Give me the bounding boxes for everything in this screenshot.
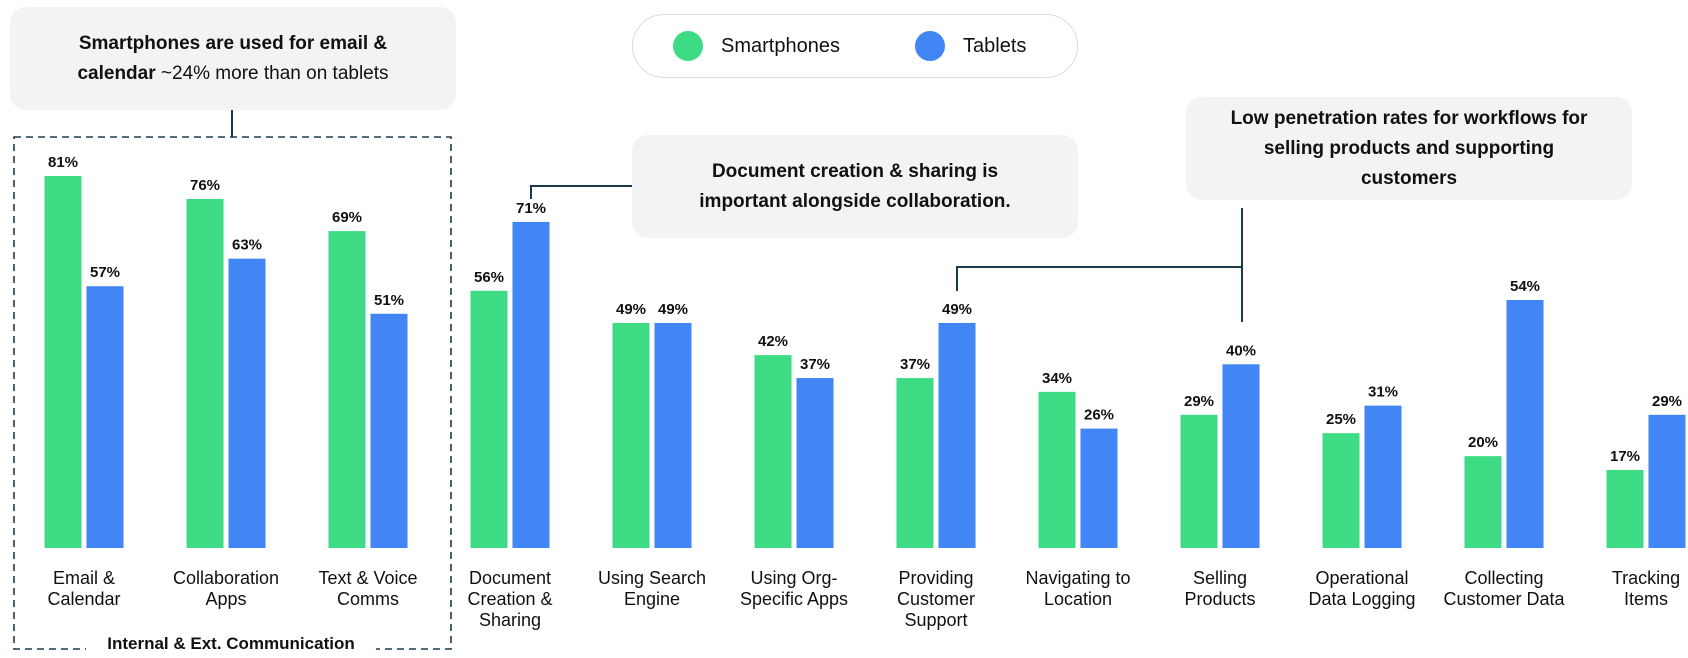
bar-smartphones-7 — [1038, 391, 1076, 548]
category-label-7-0: Navigating to — [1025, 568, 1130, 588]
bar-smartphones-9 — [1322, 433, 1360, 548]
value-label-tablets-0: 57% — [90, 264, 120, 281]
value-label-smartphones-2: 69% — [332, 209, 362, 226]
value-label-tablets-9: 31% — [1368, 384, 1398, 401]
category-label-3-0: Document — [469, 568, 551, 588]
value-label-tablets-10: 54% — [1510, 278, 1540, 295]
legend-label-smartphones: Smartphones — [721, 34, 840, 57]
category-label-4-1: Engine — [624, 589, 680, 609]
value-label-tablets-4: 49% — [658, 301, 688, 318]
bar-smartphones-8 — [1180, 414, 1218, 548]
bar-tablets-9 — [1364, 405, 1402, 548]
bar-tablets-4 — [654, 322, 692, 548]
category-label-8-0: Selling — [1193, 568, 1247, 588]
value-label-tablets-6: 49% — [942, 301, 972, 318]
bar-smartphones-6 — [896, 378, 934, 548]
category-label-7-1: Location — [1044, 589, 1112, 609]
bar-tablets-3 — [512, 221, 550, 549]
category-label-2-0: Text & Voice — [318, 568, 417, 588]
category-label-4-0: Using Search — [598, 568, 706, 588]
value-label-smartphones-11: 17% — [1610, 448, 1640, 465]
value-label-tablets-3: 71% — [516, 200, 546, 217]
callout-document: Document creation & sharing is important… — [632, 135, 1078, 238]
category-label-10-1: Customer Data — [1443, 589, 1565, 609]
value-label-smartphones-8: 29% — [1184, 393, 1214, 410]
bar-tablets-10 — [1506, 300, 1544, 548]
value-label-smartphones-4: 49% — [616, 301, 646, 318]
value-label-tablets-2: 51% — [374, 292, 404, 309]
category-label-6-1: Customer — [897, 589, 975, 609]
value-label-tablets-8: 40% — [1226, 342, 1256, 359]
value-label-tablets-7: 26% — [1084, 407, 1114, 424]
value-label-tablets-1: 63% — [232, 237, 262, 254]
value-label-smartphones-6: 37% — [900, 356, 930, 373]
category-label-10-0: Collecting — [1464, 568, 1543, 588]
category-label-11-1: Items — [1624, 589, 1668, 609]
bar-tablets-7 — [1080, 428, 1118, 548]
callout-email-rest: ~24% more than on tablets — [155, 62, 389, 84]
group-label: Internal & Ext. Communication — [86, 634, 376, 654]
bar-tablets-0 — [86, 286, 124, 548]
value-label-tablets-5: 37% — [800, 356, 830, 373]
callout-email-calendar: Smartphones are used for email & calenda… — [10, 7, 456, 110]
callout-email-bold2: calendar — [77, 62, 156, 84]
category-label-9-0: Operational — [1315, 568, 1408, 588]
callout-selling: Low penetration rates for workflows for … — [1186, 97, 1632, 200]
bar-smartphones-11 — [1606, 469, 1644, 548]
category-label-1-0: Collaboration — [173, 568, 279, 588]
callout-email-bold: Smartphones are used for email & — [78, 32, 388, 54]
category-label-2-1: Comms — [337, 589, 399, 609]
legend-label-tablets: Tablets — [963, 34, 1027, 57]
value-label-smartphones-9: 25% — [1326, 411, 1356, 428]
bar-smartphones-4 — [612, 322, 650, 548]
category-label-8-1: Products — [1184, 589, 1255, 609]
bar-smartphones-5 — [754, 355, 792, 548]
category-label-6-0: Providing — [898, 568, 973, 588]
category-label-3-2: Sharing — [479, 610, 541, 630]
value-label-smartphones-5: 42% — [758, 333, 788, 350]
category-label-11-0: Tracking — [1612, 568, 1680, 588]
bar-tablets-5 — [796, 378, 834, 548]
callout-selling-text: Low penetration rates for workflows for … — [1230, 107, 1588, 189]
bar-tablets-8 — [1222, 364, 1260, 548]
tablets-swatch-icon — [915, 31, 945, 61]
value-label-smartphones-10: 20% — [1468, 434, 1498, 451]
bar-smartphones-0 — [44, 176, 82, 548]
bar-tablets-11 — [1648, 414, 1686, 548]
bar-tablets-2 — [370, 313, 408, 548]
bar-smartphones-3 — [470, 290, 508, 548]
bar-smartphones-10 — [1464, 456, 1502, 548]
category-label-6-2: Support — [904, 610, 967, 630]
value-label-smartphones-3: 56% — [474, 269, 504, 286]
value-label-tablets-11: 29% — [1652, 393, 1682, 410]
legend-item-smartphones: Smartphones — [673, 31, 840, 61]
smartphones-swatch-icon — [673, 31, 703, 61]
category-label-5-0: Using Org- — [750, 568, 837, 588]
category-label-9-1: Data Logging — [1308, 589, 1415, 609]
legend: Smartphones Tablets — [632, 14, 1078, 78]
category-label-0-1: Calendar — [47, 589, 120, 609]
category-label-3-1: Creation & — [467, 589, 552, 609]
connector-selling-support — [956, 266, 1242, 291]
connector-document — [530, 185, 632, 199]
value-label-smartphones-7: 34% — [1042, 370, 1072, 387]
category-label-0-0: Email & — [53, 568, 115, 588]
callout-document-text: Document creation & sharing is important… — [699, 160, 1011, 212]
value-label-smartphones-0: 81% — [48, 154, 78, 171]
bar-tablets-1 — [228, 258, 266, 548]
legend-item-tablets: Tablets — [915, 31, 1026, 61]
bar-smartphones-1 — [186, 198, 224, 549]
bar-tablets-6 — [938, 322, 976, 548]
value-label-smartphones-1: 76% — [190, 177, 220, 194]
category-label-1-1: Apps — [205, 589, 246, 609]
bar-smartphones-2 — [328, 231, 366, 548]
category-label-5-1: Specific Apps — [740, 589, 848, 609]
